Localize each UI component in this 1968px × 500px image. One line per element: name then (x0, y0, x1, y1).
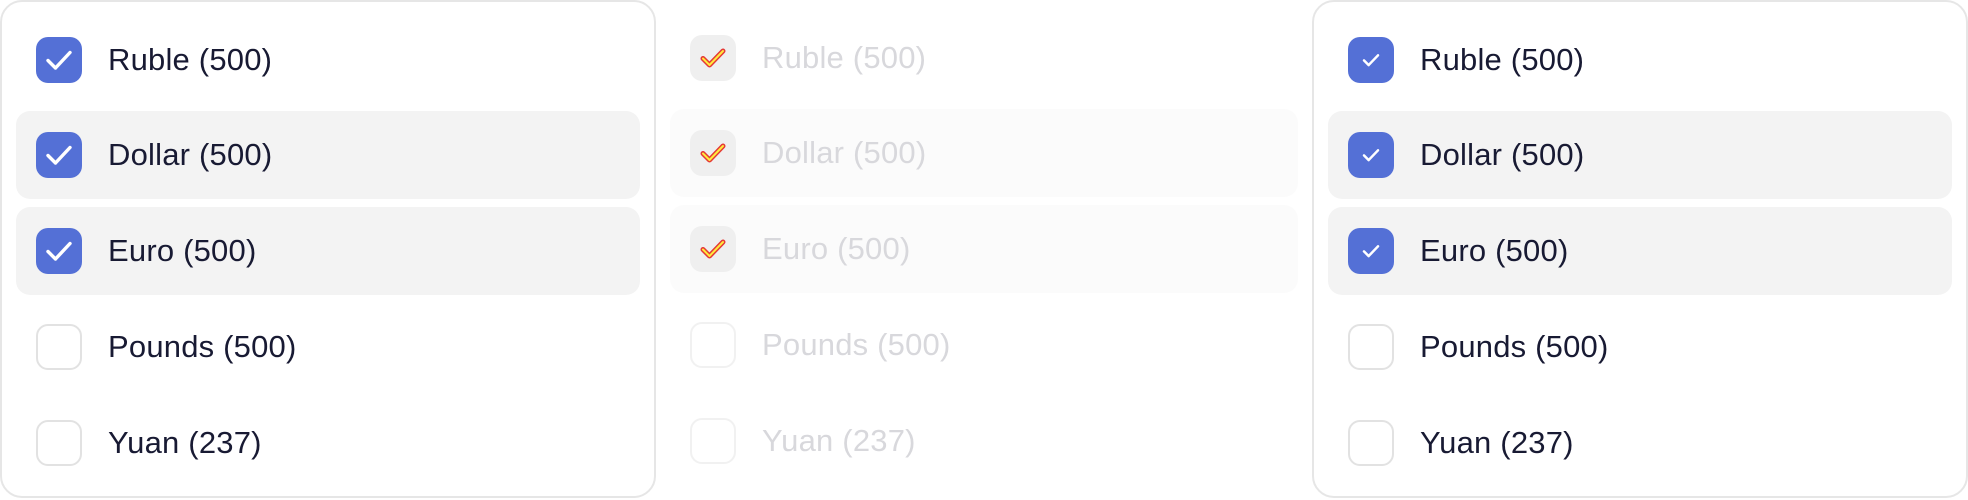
checkbox-item-dollar[interactable]: Dollar (500) (16, 111, 640, 199)
checkmark-icon (700, 48, 726, 68)
checkbox-label: Dollar (500) (762, 135, 927, 170)
checkbox-label: Euro (500) (1420, 233, 1569, 268)
checkbox-list-showcase: Ruble (500) Dollar (500) Euro (500) Poun… (0, 0, 1968, 500)
checkbox-label: Ruble (500) (108, 42, 273, 77)
checkbox-item-euro[interactable]: Euro (500) (16, 207, 640, 295)
checkbox-label: Yuan (237) (108, 425, 262, 460)
checkmark-icon (1362, 245, 1380, 258)
checkbox-unchecked[interactable] (1348, 324, 1394, 370)
checkbox-checked[interactable] (1348, 228, 1394, 274)
checkbox-checked[interactable] (36, 132, 82, 178)
checkbox-label: Pounds (500) (1420, 329, 1609, 364)
checkbox-label: Ruble (500) (762, 40, 927, 75)
checkmark-icon (46, 145, 72, 165)
checkbox-item-euro[interactable]: Euro (500) (1328, 207, 1952, 295)
checkbox-list-disabled: Ruble (500) Dollar (500) Euro (500) Poun… (656, 0, 1312, 498)
checkmark-icon (700, 143, 726, 163)
checkbox-label: Ruble (500) (1420, 42, 1585, 77)
checkmark-icon (700, 239, 726, 259)
checkbox-item-ruble[interactable]: Ruble (500) (16, 16, 640, 104)
checkbox-label: Euro (500) (108, 233, 257, 268)
checkmark-icon (1362, 54, 1380, 67)
checkbox-item-ruble: Ruble (500) (670, 14, 1298, 102)
checkbox-item-pounds[interactable]: Pounds (500) (1328, 303, 1952, 391)
checkbox-list-default-compact: Ruble (500) Dollar (500) Euro (500) Poun… (1312, 0, 1968, 498)
checkmark-icon (46, 241, 72, 261)
checkbox-label: Pounds (500) (762, 327, 951, 362)
checkbox-checked[interactable] (1348, 132, 1394, 178)
checkbox-label: Yuan (237) (1420, 425, 1574, 460)
checkmark-icon (46, 50, 72, 70)
checkbox-label: Pounds (500) (108, 329, 297, 364)
checkbox-item-yuan[interactable]: Yuan (237) (16, 399, 640, 487)
checkbox-item-ruble[interactable]: Ruble (500) (1328, 16, 1952, 104)
checkbox-unchecked[interactable] (36, 324, 82, 370)
checkbox-item-dollar: Dollar (500) (670, 109, 1298, 197)
checkbox-item-pounds: Pounds (500) (670, 301, 1298, 389)
checkbox-unchecked-disabled (690, 322, 736, 368)
checkbox-item-pounds[interactable]: Pounds (500) (16, 303, 640, 391)
checkbox-checked[interactable] (1348, 37, 1394, 83)
checkbox-item-dollar[interactable]: Dollar (500) (1328, 111, 1952, 199)
checkbox-item-euro: Euro (500) (670, 205, 1298, 293)
checkbox-checked-disabled (690, 226, 736, 272)
checkbox-item-yuan: Yuan (237) (670, 397, 1298, 485)
checkbox-unchecked[interactable] (36, 420, 82, 466)
checkbox-item-yuan[interactable]: Yuan (237) (1328, 399, 1952, 487)
checkbox-checked[interactable] (36, 228, 82, 274)
checkbox-checked-disabled (690, 35, 736, 81)
checkbox-label: Euro (500) (762, 231, 911, 266)
checkbox-label: Dollar (500) (1420, 137, 1585, 172)
checkbox-list-default: Ruble (500) Dollar (500) Euro (500) Poun… (0, 0, 656, 498)
checkbox-checked-disabled (690, 130, 736, 176)
checkmark-icon (1362, 149, 1380, 162)
checkbox-label: Yuan (237) (762, 423, 916, 458)
checkbox-unchecked-disabled (690, 418, 736, 464)
checkbox-checked[interactable] (36, 37, 82, 83)
checkbox-unchecked[interactable] (1348, 420, 1394, 466)
checkbox-label: Dollar (500) (108, 137, 273, 172)
